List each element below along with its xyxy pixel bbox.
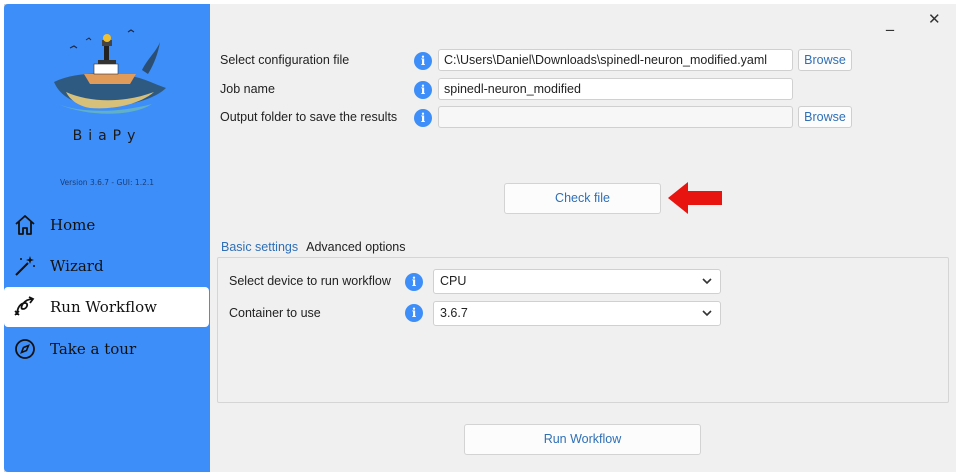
job-name-field[interactable]: spinedl-neuron_modified (438, 78, 793, 100)
tab-advanced-options[interactable]: Advanced options (306, 240, 405, 258)
output-folder-label: Output folder to save the results (220, 110, 398, 124)
check-file-button[interactable]: Check file (504, 183, 661, 214)
device-select-value: CPU (440, 274, 467, 288)
output-folder-field[interactable] (438, 106, 793, 128)
chevron-down-icon (701, 272, 713, 290)
basic-settings-panel: Select device to run workflow i CPU Cont… (217, 257, 949, 403)
sidebar-item-label: Run Workflow (50, 298, 157, 316)
info-icon[interactable]: i (414, 52, 432, 70)
config-browse-button[interactable]: Browse (798, 49, 852, 71)
config-file-label: Select configuration file (220, 53, 350, 67)
settings-tabs: Basic settings Advanced options (221, 240, 414, 258)
sidebar-item-home[interactable]: Home (4, 205, 210, 245)
sidebar-item-take-a-tour[interactable]: Take a tour (4, 329, 210, 369)
sidebar-item-run-workflow[interactable]: Run Workflow (4, 287, 209, 327)
magic-wand-icon (12, 253, 38, 279)
home-icon (12, 212, 38, 238)
container-select-value: 3.6.7 (440, 306, 468, 320)
sidebar-item-wizard[interactable]: Wizard (4, 246, 210, 286)
device-select[interactable]: CPU (433, 269, 721, 294)
run-workflow-button[interactable]: Run Workflow (464, 424, 701, 455)
red-arrow-icon (666, 180, 724, 216)
sidebar-item-label: Take a tour (50, 340, 137, 358)
container-label: Container to use (229, 306, 321, 320)
main-panel: _ ✕ Select configuration file i C:\Users… (210, 4, 956, 472)
output-browse-button[interactable]: Browse (798, 106, 852, 128)
biapy-logo (44, 18, 174, 122)
info-icon[interactable]: i (405, 304, 423, 322)
info-icon[interactable]: i (414, 81, 432, 99)
tab-basic-settings[interactable]: Basic settings (221, 240, 299, 258)
sidebar-item-label: Wizard (50, 257, 104, 275)
version-text: Version 3.6.7 - GUI: 1.2.1 (59, 178, 155, 187)
info-icon[interactable]: i (405, 273, 423, 291)
container-select[interactable]: 3.6.7 (433, 301, 721, 326)
compass-icon (12, 336, 38, 362)
chevron-down-icon (701, 304, 713, 322)
sidebar: BiaPy Version 3.6.7 - GUI: 1.2.1 Home Wi… (4, 4, 210, 472)
minimize-button[interactable]: _ (886, 12, 894, 31)
brand-name: BiaPy (72, 128, 142, 144)
device-label: Select device to run workflow (229, 274, 391, 288)
workflow-icon (12, 294, 38, 320)
info-icon[interactable]: i (414, 109, 432, 127)
config-file-field[interactable]: C:\Users\Daniel\Downloads\spinedl-neuron… (438, 49, 793, 71)
close-button[interactable]: ✕ (928, 10, 941, 28)
job-name-label: Job name (220, 82, 275, 96)
sidebar-item-label: Home (50, 216, 96, 234)
